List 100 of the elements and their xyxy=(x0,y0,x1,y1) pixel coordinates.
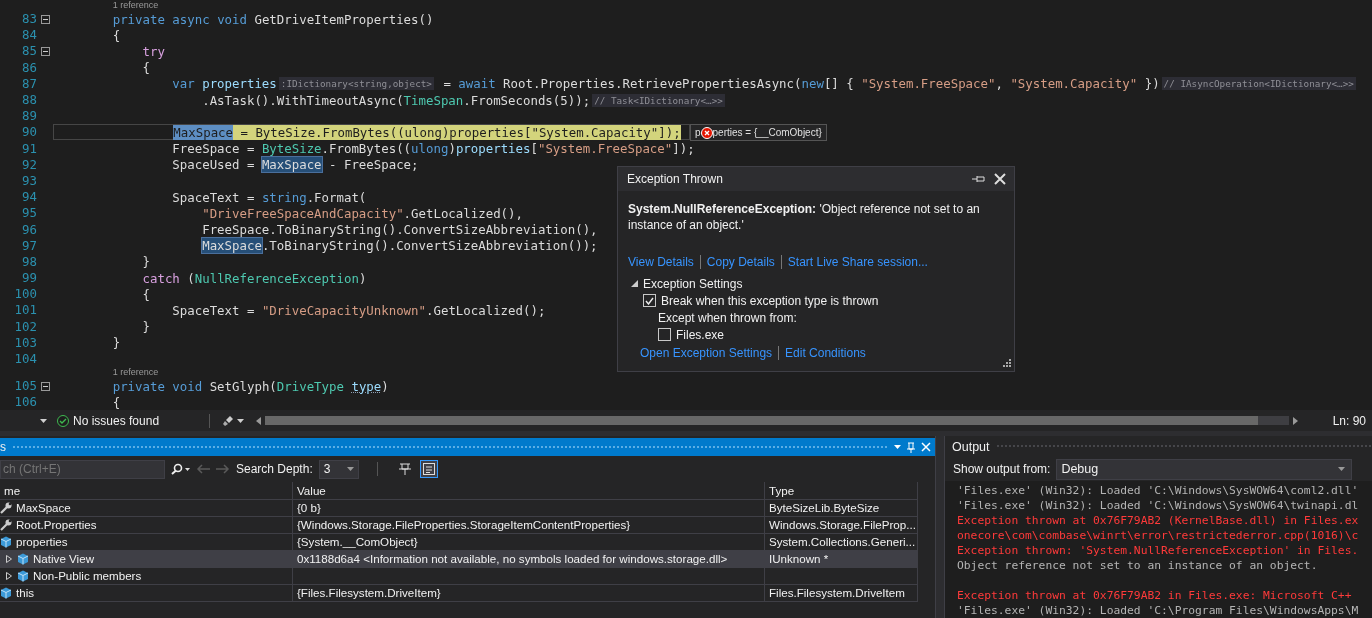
highlighted-symbol: MaxSpace xyxy=(202,238,262,254)
code-text: } xyxy=(142,254,150,270)
line-number: 102 xyxy=(13,318,37,335)
line-number: 105 xyxy=(13,378,37,395)
scroll-left-icon[interactable] xyxy=(256,416,261,425)
check-circle-icon xyxy=(57,414,69,427)
table-row-cell[interactable]: this xyxy=(0,585,293,602)
table-cell: 0x1188d6a4 <Information not available, no symbols loaded for windows.storage.dll> xyxy=(293,551,765,568)
line-number: 96 xyxy=(21,221,37,238)
close-icon[interactable] xyxy=(994,173,1006,185)
output-error-line: onecore\com\combase\winrt\error\restrictederror.cpp(1016)\c xyxy=(957,528,1360,543)
line-number: 98 xyxy=(21,253,37,270)
fold-icon[interactable] xyxy=(40,14,50,24)
pin-icon[interactable] xyxy=(972,174,986,184)
table-row-cell[interactable]: Native View xyxy=(0,551,293,568)
column-header[interactable]: Type xyxy=(765,482,918,500)
depth-dropdown[interactable]: 3 xyxy=(318,459,359,479)
cube-icon xyxy=(17,553,29,565)
line-number: 92 xyxy=(21,156,37,173)
output-line: 'Files.exe' (Win32): Loaded 'C:\Program Files\WindowsApps\M xyxy=(957,603,1360,618)
code-text: private void SetGlyph(DriveType type) xyxy=(112,378,389,394)
caret-icon xyxy=(346,467,354,471)
section-label: Exception Settings xyxy=(643,276,743,291)
line-number: 104 xyxy=(13,351,37,368)
caret-icon[interactable] xyxy=(185,467,190,471)
line-number: 88 xyxy=(21,92,37,109)
line-number: 103 xyxy=(13,334,37,351)
code-text: } xyxy=(142,319,150,335)
search-icon[interactable] xyxy=(171,463,183,475)
output-error-line: Exception thrown at 0x76F79AB2 in Files.exe: Microsoft C++ xyxy=(957,588,1353,603)
search-field[interactable]: ch (Ctrl+E) xyxy=(0,459,165,479)
reference-count-link[interactable]: 1 reference xyxy=(112,367,159,379)
issues-status[interactable]: No issues found xyxy=(73,413,160,428)
source-dropdown[interactable]: Debug xyxy=(1056,458,1353,480)
inline-hint: :IDictionary<string,object> xyxy=(278,77,434,91)
data-tip[interactable]: p perties = {__ComObject} xyxy=(690,124,827,141)
line-number: 87 xyxy=(21,75,37,92)
check-icon xyxy=(645,296,654,305)
highlighted-symbol: MaxSpace xyxy=(261,157,322,173)
text-table-icon xyxy=(422,463,435,475)
output-error-line: Exception thrown at 0x76F79AB2 (KernelBase.dll) in Files.ex xyxy=(957,513,1360,528)
brush-icon[interactable] xyxy=(222,414,234,427)
reference-count-link[interactable]: 1 reference xyxy=(112,0,159,11)
code-text: { xyxy=(142,286,150,302)
line-number: 100 xyxy=(13,286,37,303)
code-text: } xyxy=(112,335,121,351)
fold-icon[interactable] xyxy=(40,46,50,56)
expand-triangle-icon[interactable] xyxy=(631,280,638,287)
table-row-cell[interactable]: MaxSpace xyxy=(0,500,293,517)
column-header[interactable]: Value xyxy=(293,482,765,500)
table-cell: Windows.Storage.FileProp... xyxy=(765,517,918,534)
code-text: "DriveFreeSpaceAndCapacity".GetLocalized(), xyxy=(202,205,523,221)
line-number: 89 xyxy=(21,108,37,125)
link[interactable]: Open Exception Settings xyxy=(640,345,773,360)
line-number: 94 xyxy=(21,189,37,206)
checkbox-label: Break when this exception type is thrown xyxy=(661,293,879,308)
caret-icon xyxy=(1338,467,1346,472)
table-row-cell[interactable]: Root.Properties xyxy=(0,517,293,534)
table-cell: ByteSizeLib.ByteSize xyxy=(765,500,918,517)
link[interactable]: Copy Details xyxy=(706,255,775,269)
variable-name: Non-Public members xyxy=(33,568,142,584)
line-number: 106 xyxy=(13,394,37,410)
link[interactable]: Start Live Share session... xyxy=(787,255,928,269)
cube-icon xyxy=(17,570,29,582)
expand-triangle-icon[interactable] xyxy=(6,572,12,580)
variable-name: Root.Properties xyxy=(16,517,97,533)
link[interactable]: View Details xyxy=(628,255,694,269)
table-row-cell[interactable]: Non-Public members xyxy=(0,568,293,585)
code-text: - FreeSpace; xyxy=(328,157,419,173)
code-text: .AsTask().WithTimeoutAsync(TimeSpan.FromSeconds(5)); xyxy=(202,92,591,108)
output-line: 'Files.exe' (Win32): Loaded 'C:\Windows\SysWOW64\twinapi.dl xyxy=(957,498,1360,513)
error-icon xyxy=(700,126,713,139)
panel-title: s xyxy=(0,440,6,454)
column-header[interactable]: me xyxy=(0,482,293,500)
line-number: 93 xyxy=(21,172,37,189)
line-number: 95 xyxy=(21,205,37,222)
checkbox[interactable] xyxy=(658,328,671,341)
caret-icon[interactable] xyxy=(237,418,244,423)
exception-message: System.NullReferenceException: 'Object reference not set to an instance of an object.' xyxy=(627,201,981,234)
code-text: SpaceText = "DriveCapacityUnknown".GetLocalized(); xyxy=(172,302,546,318)
line-number: 84 xyxy=(21,27,37,44)
expand-triangle-icon[interactable] xyxy=(6,555,12,563)
line-number: 83 xyxy=(21,11,37,28)
line-number: 91 xyxy=(21,140,37,157)
table-cell: {Files.Filesystem.DriveItem} xyxy=(293,585,765,602)
code-text: { xyxy=(142,60,150,76)
checkbox-label: Files.exe xyxy=(676,327,725,342)
variable-name: MaxSpace xyxy=(16,500,71,516)
code-text: FreeSpace.ToBinaryString().ConvertSizeAbbreviation(), xyxy=(202,222,598,238)
resize-grip-icon[interactable] xyxy=(1002,359,1011,368)
link[interactable]: Edit Conditions xyxy=(785,345,866,360)
fold-icon[interactable] xyxy=(40,381,50,391)
format-button[interactable] xyxy=(419,460,438,478)
code-text: SpaceText = string.Format( xyxy=(172,189,367,205)
code-text: { xyxy=(112,394,121,410)
code-text: try xyxy=(142,43,165,59)
scroll-right-icon[interactable] xyxy=(1293,416,1298,425)
depth-label: Search Depth: xyxy=(236,462,313,476)
checkbox[interactable] xyxy=(643,294,656,307)
caret-icon[interactable] xyxy=(40,418,47,423)
